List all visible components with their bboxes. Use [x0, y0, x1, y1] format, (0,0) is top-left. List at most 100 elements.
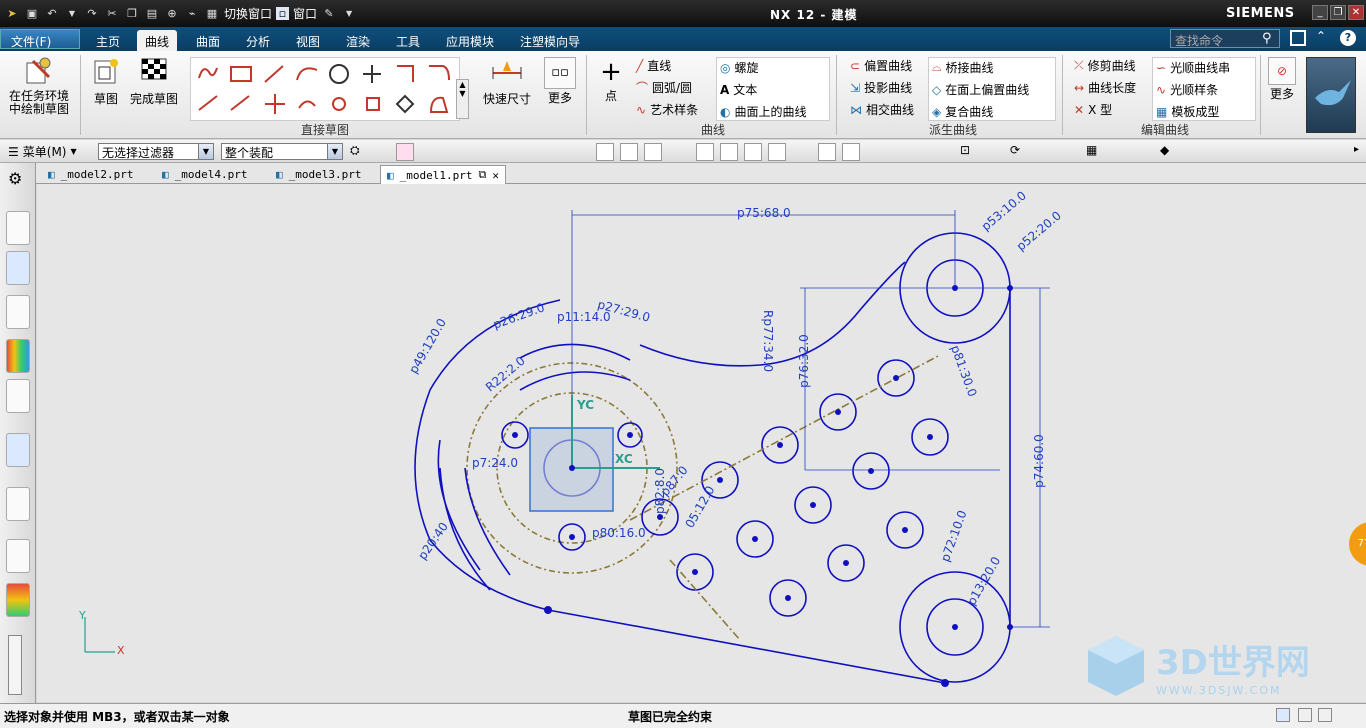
gallery-scroll[interactable]: ▲ ▼: [456, 79, 469, 119]
snap-line-icon[interactable]: [644, 143, 662, 161]
snap-point-icon[interactable]: [396, 143, 414, 161]
collapse-ribbon-icon[interactable]: ⌃: [1316, 29, 1326, 43]
layer-icon[interactable]: ▦: [1086, 143, 1104, 161]
curve-length-button[interactable]: ↔ 曲线长度: [1074, 79, 1136, 96]
snap-quadrant-icon[interactable]: [744, 143, 762, 161]
tab-mold-wizard[interactable]: 注塑模向导: [512, 30, 588, 51]
finish-sketch-button[interactable]: 完成草图: [128, 55, 180, 107]
snap-existing-point-icon[interactable]: [818, 143, 836, 161]
dimension-label[interactable]: p76:32.0: [797, 334, 811, 388]
dimension-label[interactable]: p75:68.0: [737, 206, 791, 220]
touch-mode-icon[interactable]: ✎: [321, 5, 337, 21]
snap-arc-center-icon[interactable]: [696, 143, 714, 161]
dimension-label[interactable]: p82:8.0: [653, 468, 667, 514]
intersect-curve-button[interactable]: ⋈ 相交曲线: [850, 101, 914, 118]
paste-icon[interactable]: ▤: [144, 5, 160, 21]
dropdown-icon[interactable]: ▼: [64, 5, 80, 21]
tab-tools[interactable]: 工具: [388, 30, 428, 51]
history-clock-icon[interactable]: [6, 539, 30, 573]
rapid-dimension-button[interactable]: 快速尺寸: [478, 57, 536, 107]
dimension-label[interactable]: p80:16.0: [592, 526, 646, 540]
tab-home[interactable]: 主页: [88, 30, 128, 51]
assembly-filter-select[interactable]: 整个装配 ▼: [221, 143, 343, 160]
file-tab-model1[interactable]: ◧ _model1.prt ⧉ ✕: [380, 165, 506, 184]
repeat-command-icon[interactable]: ⌁: [184, 5, 200, 21]
info-icon[interactable]: [6, 433, 30, 467]
smooth-spline-button[interactable]: ∿ 光顺样条: [1156, 81, 1218, 98]
line-button[interactable]: ╱ 直线: [636, 57, 671, 74]
point-button[interactable]: + 点: [596, 57, 626, 104]
type-filter-select[interactable]: 无选择过滤器 ▼: [98, 143, 214, 160]
view-manager-icon[interactable]: [6, 379, 30, 413]
project-curve-button[interactable]: ⇲ 投影曲线: [850, 79, 912, 96]
cut-icon[interactable]: ✂: [104, 5, 120, 21]
snap-endpoint-icon[interactable]: [596, 143, 614, 161]
file-tab-model2[interactable]: ◧ _model2.prt: [42, 165, 139, 184]
status-box-icon[interactable]: [1298, 708, 1312, 722]
dimension-label[interactable]: p74:60.0: [1032, 434, 1046, 488]
settings-gear-icon[interactable]: ⚙: [8, 169, 22, 188]
rotate-icon[interactable]: ⟳: [1010, 143, 1028, 161]
graphics-window[interactable]: p75:68.0 p53:10.0 p52:20.0 Rp77:34.0 p76…: [37, 184, 1366, 702]
window-menu-button[interactable]: 窗口: [293, 5, 317, 22]
file-tab[interactable]: 文件(F): [0, 29, 80, 49]
snap-on-curve-icon[interactable]: [842, 143, 860, 161]
help-icon[interactable]: ?: [1340, 30, 1356, 46]
toolbar-overflow-icon[interactable]: ▸: [1354, 144, 1359, 155]
role-palette-icon[interactable]: [6, 583, 30, 617]
menu-button[interactable]: ☰ 菜单(M) ▼: [8, 143, 77, 160]
tab-curve[interactable]: 曲线: [137, 30, 178, 51]
constraint-navigator-icon[interactable]: [6, 251, 30, 285]
curve-on-surface-button[interactable]: ◐ 曲面上的曲线: [720, 103, 807, 120]
offset-curve-button[interactable]: ⊂ 偏置曲线: [850, 57, 912, 74]
restore-button[interactable]: ❐: [1330, 5, 1346, 20]
switch-window-button[interactable]: 切换窗口: [224, 5, 272, 22]
save-icon[interactable]: ▣: [24, 5, 40, 21]
close-tab-icon[interactable]: ✕: [492, 169, 499, 182]
select-all-icon[interactable]: ⛭: [350, 143, 368, 161]
dimension-label[interactable]: p11:14.0: [557, 310, 611, 324]
snap-icon[interactable]: ⊕: [164, 5, 180, 21]
part-navigator-icon[interactable]: [6, 295, 30, 329]
detach-icon[interactable]: ⧉: [478, 168, 486, 182]
more-sketch-button[interactable]: ▫▫ 更多: [540, 57, 580, 106]
file-tab-model4[interactable]: ◧ _model4.prt: [156, 165, 253, 184]
undo-icon[interactable]: ↶: [44, 5, 60, 21]
trim-curve-button[interactable]: ⤫ 修剪曲线: [1074, 57, 1136, 74]
file-tab-model3[interactable]: ◧ _model3.prt: [270, 165, 367, 184]
art-spline-button[interactable]: ∿ 艺术样条: [636, 101, 698, 118]
assembly-navigator-icon[interactable]: [6, 211, 30, 245]
template-shape-button[interactable]: ▦ 模板成型: [1156, 103, 1219, 120]
view-fit-icon[interactable]: ⊡: [960, 143, 978, 161]
helix-button[interactable]: ◎ 螺旋: [720, 59, 759, 76]
resource-scrollbar[interactable]: [8, 635, 22, 695]
tab-application[interactable]: 应用模块: [438, 30, 502, 51]
reuse-library-icon[interactable]: [6, 339, 30, 373]
dimension-label[interactable]: Rp77:34.0: [761, 310, 775, 372]
snap-midpoint-icon[interactable]: [620, 143, 638, 161]
tab-surface[interactable]: 曲面: [188, 30, 228, 51]
search-icon[interactable]: ⚲: [1262, 31, 1272, 46]
snap-tangent-icon[interactable]: [720, 143, 738, 161]
x-type-button[interactable]: ✕ X 型: [1074, 101, 1112, 118]
smooth-string-button[interactable]: ∽ 光顺曲线串: [1156, 59, 1230, 76]
offset-on-face-button[interactable]: ◇ 在面上偏置曲线: [932, 81, 1029, 98]
dimension-label[interactable]: p7:24.0: [472, 456, 518, 470]
redo-icon[interactable]: ↷: [84, 5, 100, 21]
bridge-curve-button[interactable]: ⌓ 桥接曲线: [932, 59, 994, 76]
task-environment-sketch-button[interactable]: 在任务环境 中绘制草图: [6, 55, 72, 116]
render-style-icon[interactable]: ◆: [1160, 143, 1178, 161]
sketch-drawing[interactable]: [37, 184, 1366, 702]
tab-analysis[interactable]: 分析: [238, 30, 278, 51]
text-button[interactable]: A 文本: [720, 81, 757, 98]
minimize-button[interactable]: _: [1312, 5, 1328, 20]
close-button[interactable]: ✕: [1348, 5, 1364, 20]
copy-icon[interactable]: ❐: [124, 5, 140, 21]
sketch-button[interactable]: 草图: [86, 55, 126, 107]
tab-view[interactable]: 视图: [288, 30, 328, 51]
snap-circle-icon[interactable]: [768, 143, 786, 161]
status-box-icon[interactable]: [1318, 708, 1332, 722]
composite-curve-button[interactable]: ◈ 复合曲线: [932, 103, 993, 120]
fullscreen-icon[interactable]: [1290, 30, 1306, 46]
customize-icon[interactable]: ▼: [341, 5, 357, 21]
